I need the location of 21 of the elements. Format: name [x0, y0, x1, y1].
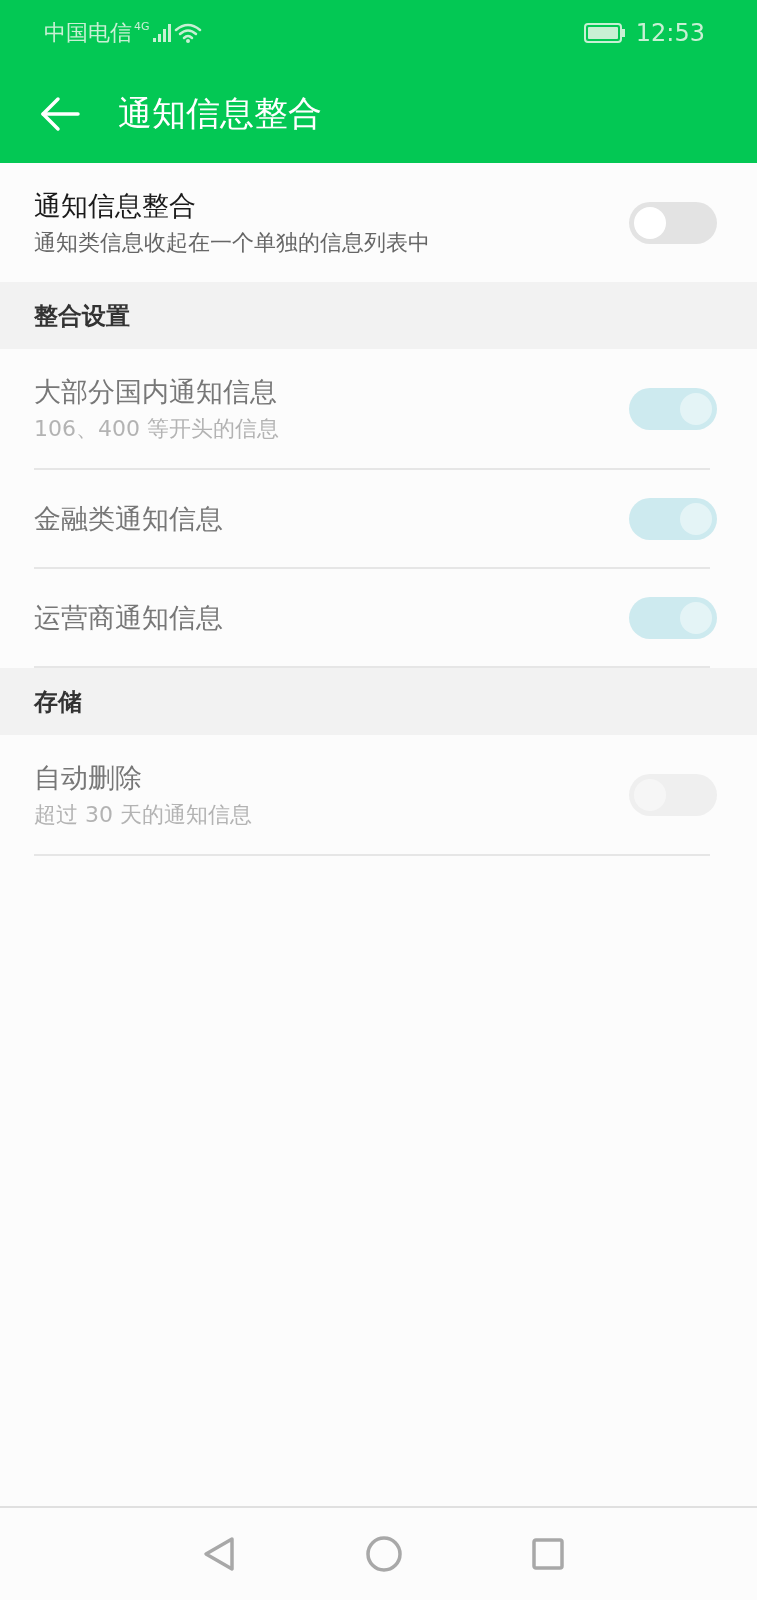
setting-description: 超过 30 天的通知信息 [34, 800, 253, 829]
home-nav-icon[interactable] [365, 1536, 402, 1572]
wifi-icon [173, 21, 202, 44]
setting-title: 自动删除 [34, 760, 143, 795]
back-nav-icon[interactable] [201, 1536, 236, 1572]
toggle-switch[interactable] [629, 201, 717, 244]
section-header: 整合设置 [0, 282, 757, 349]
signal-icon [151, 22, 172, 43]
battery-icon [583, 22, 626, 43]
setting-description: 通知类信息收起在一个单独的信息列表中 [34, 228, 431, 257]
setting-title: 通知信息整合 [34, 188, 197, 223]
section-header: 存储 [0, 668, 757, 735]
screen-title: 通知信息整合 [118, 92, 322, 135]
carrier-name: 中国电信 [44, 18, 132, 47]
network-type: 4G [134, 20, 150, 33]
recents-nav-icon[interactable] [531, 1538, 564, 1570]
clock-time: 12:53 [635, 18, 705, 47]
setting-title: 金融类通知信息 [34, 501, 224, 536]
setting-description: 106、400 等开头的信息 [34, 414, 280, 443]
setting-title: 运营商通知信息 [34, 600, 224, 635]
setting-title: 大部分国内通知信息 [34, 374, 278, 409]
